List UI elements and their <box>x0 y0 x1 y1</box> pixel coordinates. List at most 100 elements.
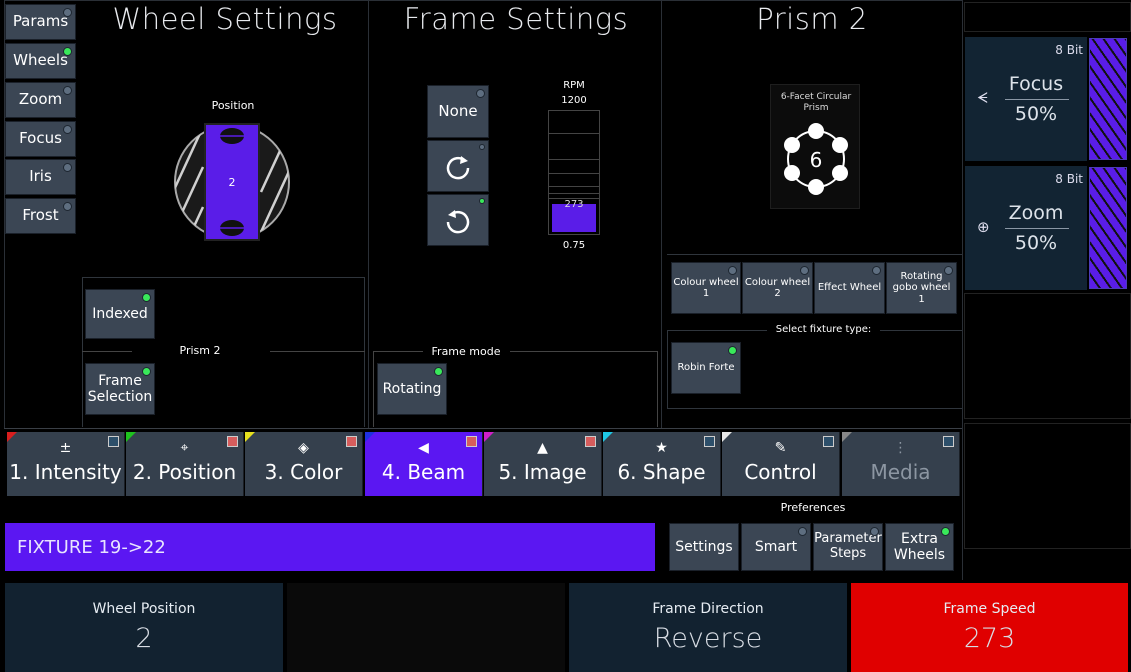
tab-indicator <box>585 436 596 447</box>
encoder-label: Wheel Position <box>92 601 196 617</box>
rpm-label: RPM <box>563 80 585 91</box>
prism-caption: 6-Facet Circular Prism <box>780 92 852 113</box>
wheel-label: Colour wheel 2 <box>744 276 811 300</box>
divider <box>82 277 83 427</box>
tab-indicator <box>704 436 715 447</box>
prism-preview[interactable]: 6-Facet Circular Prism 6 <box>770 84 860 209</box>
status-led <box>63 202 72 211</box>
tab-label: 2. Position <box>132 460 237 484</box>
status-led <box>728 266 737 275</box>
divider <box>270 351 365 352</box>
parameter-steps-button[interactable]: Parameter Steps <box>813 523 883 571</box>
extra-wheels-button[interactable]: Extra Wheels <box>885 523 954 571</box>
fixture-type-button[interactable]: Robin Forte <box>671 342 741 394</box>
settings-label: Settings <box>675 538 733 555</box>
none-label: None <box>438 101 478 120</box>
tab-indicator <box>823 436 834 447</box>
frame-none-button[interactable]: None <box>427 85 489 138</box>
encoder-label: Frame Speed <box>943 601 1036 617</box>
tab-beam[interactable]: ◀ 4. Beam <box>365 432 483 496</box>
tab-icon: ▲ <box>537 440 548 456</box>
focus-panel[interactable]: 8 Bit ᗕ Focus 50% <box>965 37 1087 161</box>
encoder-frame-direction[interactable]: Frame Direction Reverse <box>569 583 847 672</box>
wheel-select-colour-wheel-2[interactable]: Colour wheel 2 <box>742 262 813 314</box>
divider <box>962 0 963 580</box>
status-led <box>798 527 807 536</box>
wheel-select-rotating-gobo-1[interactable]: Rotating gobo wheel 1 <box>886 262 957 314</box>
sidebar-item-label: Params <box>12 12 69 31</box>
settings-button[interactable]: Settings <box>669 523 739 571</box>
smart-label: Smart <box>754 538 798 555</box>
status-led <box>476 89 485 98</box>
sidebar-item-wheels[interactable]: Wheels <box>5 43 76 79</box>
rotate-counterclockwise-button[interactable] <box>427 194 489 246</box>
sidebar-item-label: Iris <box>29 167 52 186</box>
tab-color[interactable]: ◈ 3. Color <box>245 432 363 496</box>
tab-icon: ✎ <box>774 440 787 456</box>
encoder-label: Frame Direction <box>652 601 764 617</box>
indexed-button[interactable]: Indexed <box>85 289 155 339</box>
tab-label: 1. Intensity <box>9 460 122 484</box>
rotate-clockwise-button[interactable] <box>427 140 489 192</box>
encoder-wheel-position[interactable]: Wheel Position 2 <box>5 583 283 672</box>
tab-position[interactable]: ⌖ 2. Position <box>126 432 244 496</box>
divider <box>82 277 365 278</box>
focus-percent: 50% <box>1014 103 1058 125</box>
focus-level-bar[interactable] <box>1089 38 1127 160</box>
rotating-button[interactable]: Rotating <box>377 363 447 415</box>
zoom-panel[interactable]: 8 Bit ⊕ Zoom 50% <box>965 166 1087 290</box>
status-led <box>63 47 72 56</box>
divider <box>1005 99 1069 100</box>
sidebar-item-params[interactable]: Params <box>5 4 76 40</box>
status-led <box>434 367 443 376</box>
sidebar-item-frost[interactable]: Frost <box>5 198 76 234</box>
tab-shape[interactable]: ★ 6. Shape <box>603 432 721 496</box>
divider <box>667 330 668 408</box>
sidebar-item-zoom[interactable]: Zoom <box>5 82 76 118</box>
zoom-level-bar[interactable] <box>1089 167 1127 289</box>
encoder-frame-speed[interactable]: Frame Speed 273 <box>851 583 1128 672</box>
tab-indicator <box>227 436 238 447</box>
zoom-percent: 50% <box>1014 232 1058 254</box>
sidebar-item-iris[interactable]: Iris <box>5 159 76 195</box>
wheel-select-colour-wheel-1[interactable]: Colour wheel 1 <box>671 262 741 314</box>
tab-icon: ◀ <box>418 440 429 456</box>
encoder-value: 2 <box>135 623 153 654</box>
rpm-fader[interactable]: 273 <box>548 110 600 235</box>
tab-image[interactable]: ▲ 5. Image <box>484 432 602 496</box>
status-led <box>728 346 737 355</box>
status-led <box>479 144 485 150</box>
wheel-select-effect-wheel[interactable]: Effect Wheel <box>814 262 885 314</box>
empty-panel <box>964 293 1131 419</box>
tab-control[interactable]: ✎ Control <box>722 432 840 496</box>
fixture-selection-bar[interactable]: FIXTURE 19->22 <box>5 523 655 571</box>
sidebar-item-focus[interactable]: Focus <box>5 121 76 157</box>
status-led <box>941 527 950 536</box>
rpm-max: 1200 <box>561 95 587 106</box>
divider <box>510 351 658 352</box>
divider <box>661 0 662 428</box>
frame-settings-title: Frame Settings <box>403 2 629 36</box>
tab-media[interactable]: ⋮ Media <box>842 432 960 496</box>
divider <box>667 330 767 331</box>
tab-intensity[interactable]: ±1. Intensity <box>7 432 125 496</box>
divider <box>364 277 365 427</box>
tab-icon: ◈ <box>298 440 309 456</box>
tab-indicator <box>108 436 119 447</box>
tab-icon: ⌖ <box>180 440 189 456</box>
status-led <box>142 293 151 302</box>
divider <box>657 351 658 427</box>
smart-button[interactable]: Smart <box>741 523 811 571</box>
encoder-empty[interactable] <box>287 583 565 672</box>
divider <box>368 0 369 428</box>
fader-tick <box>549 133 599 134</box>
wheel-position-dial[interactable]: 2 <box>173 122 291 242</box>
fader-tick <box>549 173 599 174</box>
rotating-label: Rotating <box>382 380 442 397</box>
bit-depth: 8 Bit <box>1055 43 1083 57</box>
divider <box>373 351 374 427</box>
status-led <box>63 163 72 172</box>
status-led <box>870 527 879 536</box>
prism-title: Prism 2 <box>756 2 868 36</box>
frame-selection-button[interactable]: Frame Selection <box>85 363 155 415</box>
